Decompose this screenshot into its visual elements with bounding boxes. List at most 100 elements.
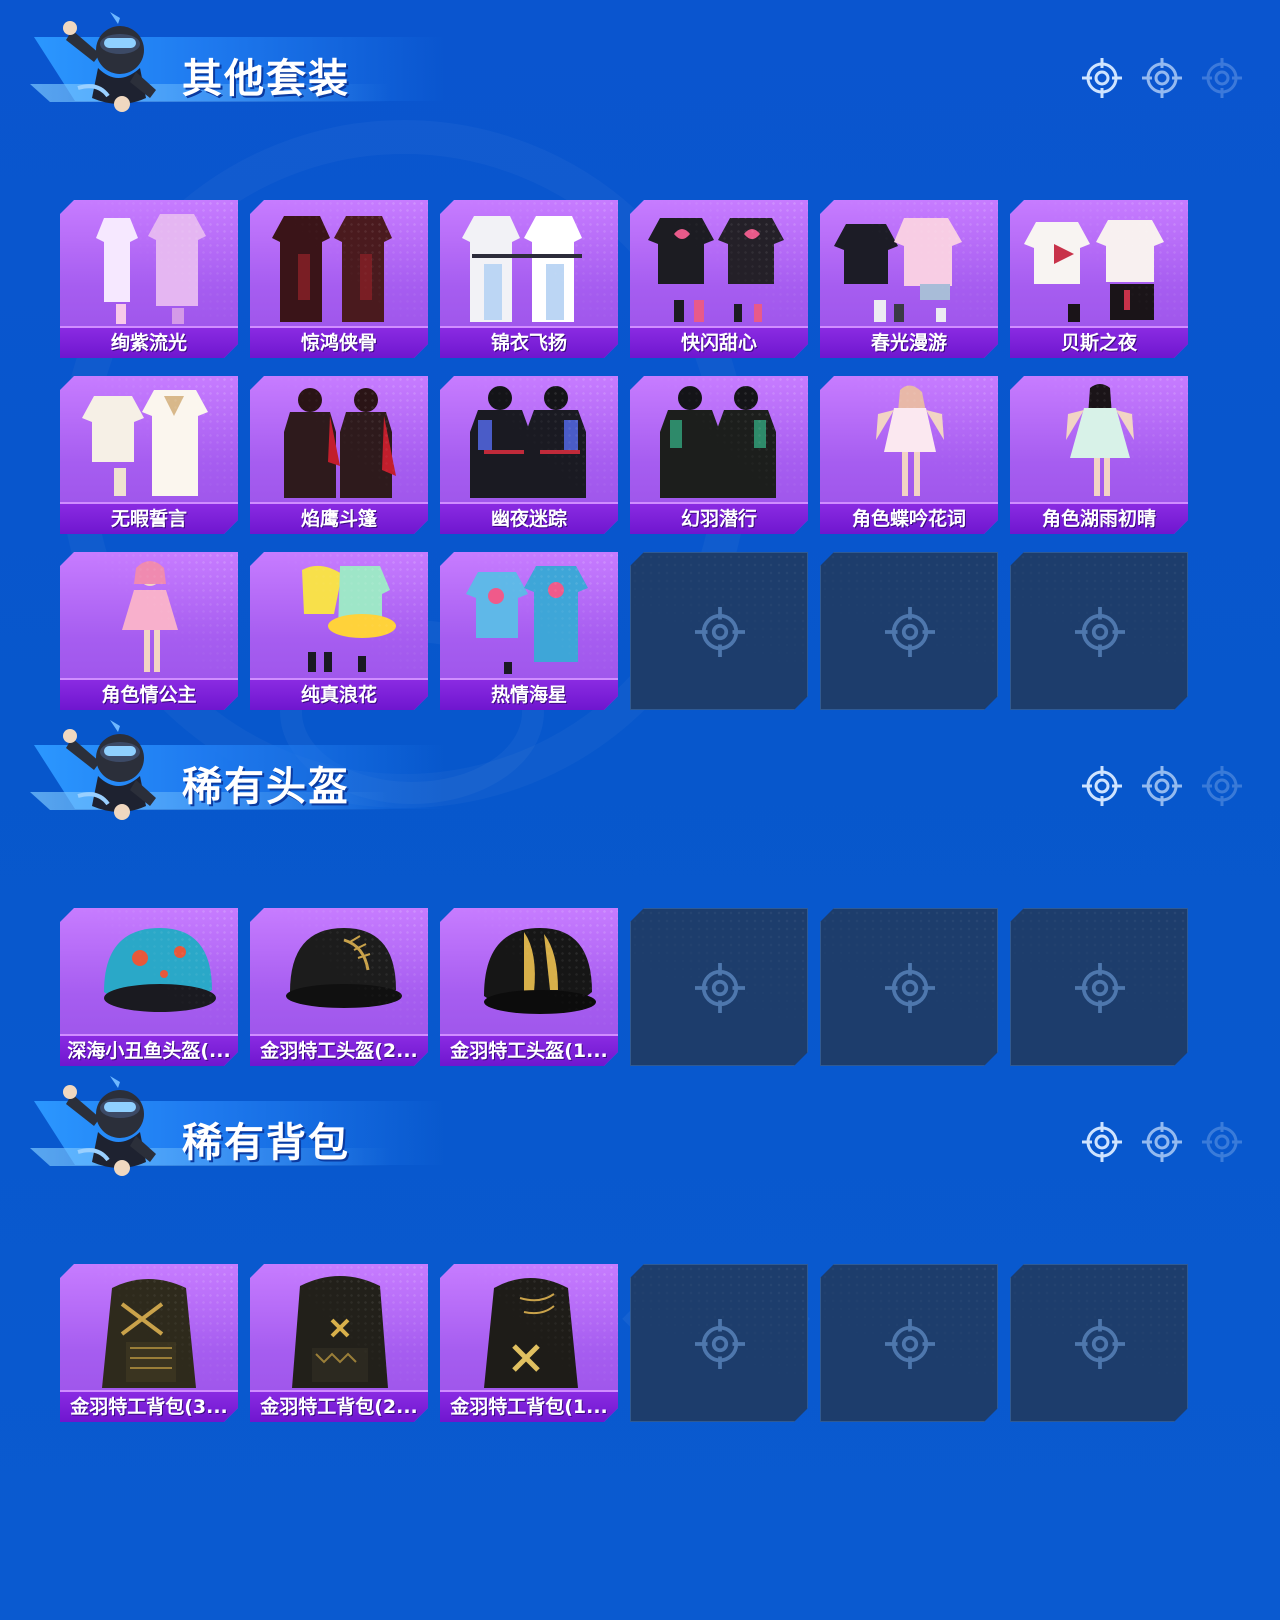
item-label: 金羽特工头盔(2... [250,1034,428,1066]
item-card[interactable]: 金羽特工头盔(2... [250,908,428,1066]
item-card[interactable]: 焰鹰斗篷 [250,376,428,534]
section-header: 稀有背包 [0,1064,1280,1184]
item-label: 金羽特工背包(3... [60,1390,238,1422]
crosshair-icon [1082,766,1122,806]
section-title: 稀有头盔 [182,764,350,810]
crosshair-icon [885,963,935,1013]
item-card[interactable]: 金羽特工背包(2... [250,1264,428,1422]
item-card[interactable]: 角色蝶吟花词 [820,376,998,534]
item-card[interactable]: 绚紫流光 [60,200,238,358]
empty-slot [1010,552,1188,710]
item-label: 幽夜迷踪 [440,502,618,534]
crosshair-icon [1075,963,1125,1013]
section-rare-backpacks: 稀有背包 金羽特工背包(3... 金羽特工背包(2... 金羽特工背包(1... [0,1064,1280,1184]
character-thumbnail [824,380,994,502]
item-label: 绚紫流光 [60,326,238,358]
item-label: 热情海星 [440,678,618,710]
outfit-thumbnail [254,556,424,678]
item-card[interactable]: 幽夜迷踪 [440,376,618,534]
empty-slot [820,908,998,1066]
item-card[interactable]: 金羽特工背包(3... [60,1264,238,1422]
crosshair-icon [1075,607,1125,657]
character-mascot-icon [63,720,156,820]
empty-slot [820,1264,998,1422]
item-label: 锦衣飞扬 [440,326,618,358]
empty-slot [630,908,808,1066]
section-title: 其他套装 [182,56,350,102]
item-label: 纯真浪花 [250,678,428,710]
item-card[interactable]: 金羽特工头盔(1... [440,908,618,1066]
outfit-thumbnail [254,380,424,502]
crosshair-icon [1142,1122,1182,1162]
crosshair-icon [1082,58,1122,98]
outfit-thumbnail [64,204,234,326]
character-thumbnail [1014,380,1184,502]
item-label: 角色情公主 [60,678,238,710]
item-label: 无暇誓言 [60,502,238,534]
outfit-thumbnail [634,204,804,326]
item-label: 深海小丑鱼头盔(... [60,1034,238,1066]
crosshair-icon [695,1319,745,1369]
empty-slot [630,552,808,710]
backpack-thumbnail [254,1268,424,1390]
item-card[interactable]: 贝斯之夜 [1010,200,1188,358]
helmet-thumbnail [254,912,424,1034]
backpack-thumbnail [64,1268,234,1390]
empty-slot [820,552,998,710]
crosshair-icon [1202,1122,1242,1162]
section-title: 稀有背包 [182,1120,350,1166]
item-label: 角色湖雨初晴 [1010,502,1188,534]
crosshair-icon [1142,58,1182,98]
crosshair-icon [1202,58,1242,98]
crosshair-icon [1075,1319,1125,1369]
item-card[interactable]: 锦衣飞扬 [440,200,618,358]
item-label: 金羽特工背包(1... [440,1390,618,1422]
crosshair-icon [1082,1122,1122,1162]
item-label: 惊鸿侠骨 [250,326,428,358]
outfit-thumbnail [444,556,614,678]
outfit-thumbnail [824,204,994,326]
outfit-thumbnail [64,380,234,502]
crosshair-icon [695,963,745,1013]
item-card[interactable]: 快闪甜心 [630,200,808,358]
crosshair-icon [885,1319,935,1369]
crosshair-icon [695,607,745,657]
item-label: 快闪甜心 [630,326,808,358]
empty-slot [630,1264,808,1422]
outfit-thumbnail [254,204,424,326]
helmet-thumbnail [444,912,614,1034]
item-card[interactable]: 纯真浪花 [250,552,428,710]
backpack-thumbnail [444,1268,614,1390]
helmet-thumbnail [64,912,234,1034]
item-card[interactable]: 无暇誓言 [60,376,238,534]
outfit-thumbnail [444,380,614,502]
outfit-thumbnail [444,204,614,326]
item-label: 春光漫游 [820,326,998,358]
section-other-outfits: 其他套装 绚紫流光 惊鸿侠骨 锦衣飞扬 快闪甜心 春光漫游 贝斯之夜 无暇誓言 … [0,0,1280,120]
item-card[interactable]: 春光漫游 [820,200,998,358]
character-mascot-icon [63,1076,156,1176]
crosshair-icon [885,607,935,657]
item-card[interactable]: 角色湖雨初晴 [1010,376,1188,534]
outfit-thumbnail [634,380,804,502]
character-thumbnail [64,556,234,678]
item-card[interactable]: 幻羽潜行 [630,376,808,534]
item-label: 金羽特工背包(2... [250,1390,428,1422]
item-label: 角色蝶吟花词 [820,502,998,534]
character-mascot-icon [63,12,156,112]
item-card[interactable]: 惊鸿侠骨 [250,200,428,358]
empty-slot [1010,1264,1188,1422]
item-label: 幻羽潜行 [630,502,808,534]
section-header: 稀有头盔 [0,708,1280,828]
item-label: 焰鹰斗篷 [250,502,428,534]
item-label: 金羽特工头盔(1... [440,1034,618,1066]
section-header: 其他套装 [0,0,1280,120]
item-card[interactable]: 深海小丑鱼头盔(... [60,908,238,1066]
item-label: 贝斯之夜 [1010,326,1188,358]
item-card[interactable]: 角色情公主 [60,552,238,710]
crosshair-icon [1202,766,1242,806]
item-card[interactable]: 金羽特工背包(1... [440,1264,618,1422]
section-rare-helmets: 稀有头盔 深海小丑鱼头盔(... 金羽特工头盔(2... 金羽特工头盔(1... [0,708,1280,828]
item-card[interactable]: 热情海星 [440,552,618,710]
empty-slot [1010,908,1188,1066]
